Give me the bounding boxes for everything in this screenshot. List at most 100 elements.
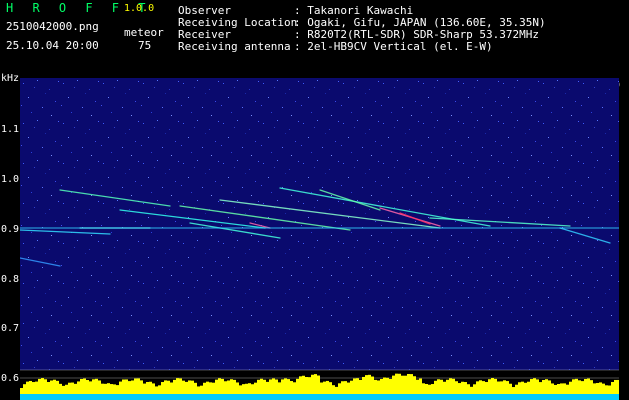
level-bar [137,378,140,394]
level-bar [347,382,350,394]
level-bar [77,381,80,394]
level-bar [104,383,107,394]
level-bar [311,374,314,394]
level-bar [521,381,524,394]
level-bar [161,382,164,394]
app-version: 1.0.0 [124,3,155,14]
level-bar [353,378,356,394]
level-bar [563,383,566,394]
level-bar [518,382,521,394]
level-bar [245,383,248,394]
level-bar [464,382,467,394]
level-bar [125,379,128,394]
level-bar [152,383,155,394]
level-bar [134,378,137,394]
level-bar [368,374,371,394]
level-bar [434,380,437,394]
level-bar [278,382,281,394]
level-bar [194,382,197,394]
level-bar [374,379,377,394]
hrofft-screen: H R O F F T 1.0.0 2510042000.png meteor … [0,0,629,400]
level-bar [491,378,494,394]
level-bar [38,378,41,394]
level-bar [548,380,551,394]
level-baseline [20,394,619,400]
level-bar [89,381,92,394]
level-bar [284,378,287,394]
level-bar [236,382,239,394]
date-time: 25.10.04 20:00 [6,39,99,52]
level-bar [398,373,401,394]
level-bar [170,382,173,394]
level-bar [608,385,611,394]
level-bar [614,379,617,394]
level-bar [317,375,320,394]
level-bar [131,380,134,394]
level-bar [338,383,341,394]
level-bar [365,375,368,394]
level-bar [569,381,572,394]
y-tick: 0.9 [1,224,20,235]
location-value: : Ogaki, Gifu, JAPAN (136.60E, 35.35N) [294,16,546,29]
level-bar [263,379,266,394]
level-bar [296,378,299,394]
level-bar [458,383,461,394]
level-bar [332,385,335,394]
level-bar [53,379,56,394]
level-bar [419,378,422,394]
level-bar [47,382,50,394]
meteor-label: meteor [124,26,164,39]
level-bar [143,383,146,394]
level-bar [587,378,590,394]
level-bar [65,384,68,394]
level-bar [116,385,119,394]
spectrogram-canvas [20,78,619,400]
observer-value: : Takanori Kawachi [294,4,414,17]
level-bar [218,378,221,394]
location-label: Receiving Location [178,16,298,29]
level-bar [80,378,83,394]
y-tick: 0.8 [1,274,20,285]
level-bar [239,385,242,394]
level-bar [92,379,95,394]
antenna-value: : 2el-HB9CV Vertical (el. E-W) [294,40,493,53]
level-bar [179,378,182,394]
level-bar [500,381,503,394]
level-bar [596,382,599,394]
level-bar [560,383,563,394]
level-bar [392,375,395,394]
level-bar [356,378,359,394]
level-bar [266,381,269,394]
level-bar [224,381,227,394]
level-bar [62,385,65,394]
level-bar [578,380,581,394]
spectrogram [20,78,619,400]
level-bar [83,378,86,394]
level-bar [200,385,203,394]
level-bar [440,379,443,394]
level-bar [269,379,272,394]
file-name: 2510042000.png [6,20,99,33]
level-bar [26,381,29,394]
receiver-value: : R820T2(RTL-SDR) SDR-Sharp 53.372MHz [294,28,540,41]
level-bar [581,381,584,394]
level-bar [539,382,542,394]
level-bar [272,378,275,394]
level-bar [254,382,257,394]
level-bar [473,384,476,394]
level-bar [515,384,518,394]
y-tick: 1.0 [1,174,20,185]
level-bar [494,378,497,394]
level-bar [329,382,332,394]
level-bar [203,382,206,394]
level-bar [545,379,548,394]
level-bar [503,380,506,394]
level-bar [599,382,602,394]
level-bar [74,383,77,394]
level-bar [452,378,455,394]
level-bar [617,379,619,394]
level-bar [29,380,32,394]
level-bar [257,379,260,394]
level-bar [86,380,89,394]
level-bar [119,381,122,394]
